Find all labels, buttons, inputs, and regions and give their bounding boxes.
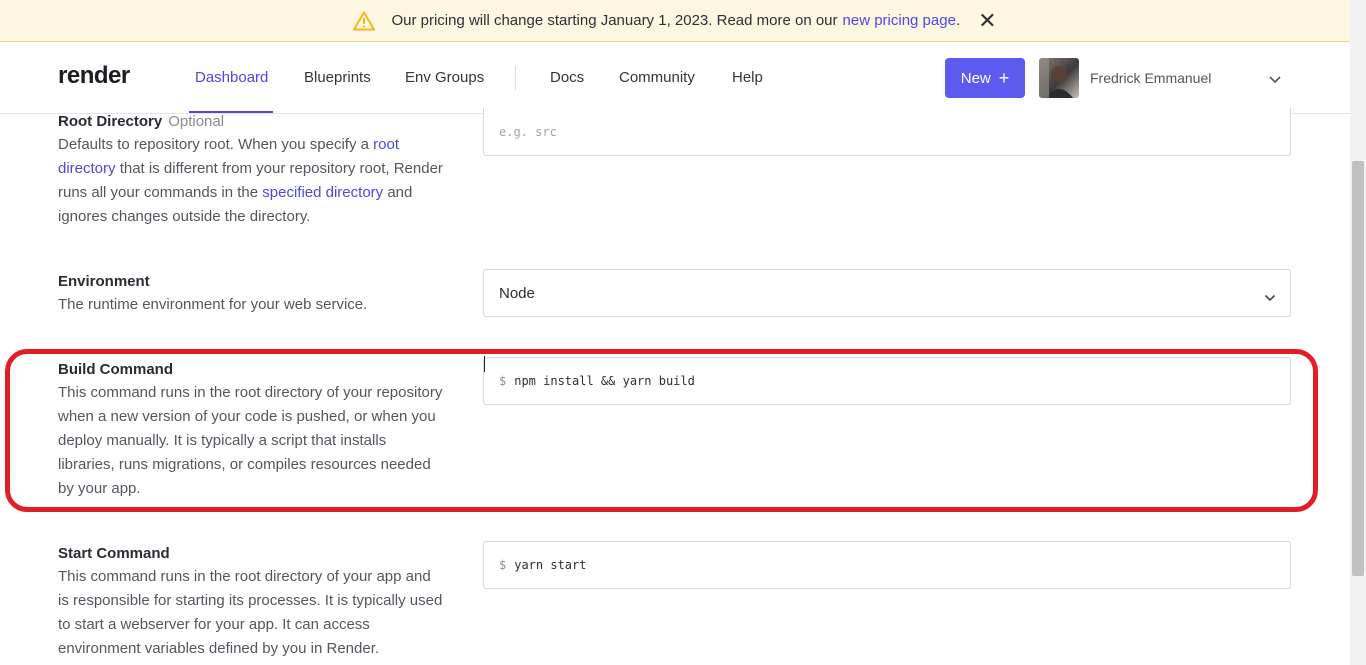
user-name[interactable]: Fredrick Emmanuel <box>1090 70 1211 86</box>
dollar-prefix: $ <box>499 558 507 572</box>
nav-env-groups[interactable]: Env Groups <box>405 69 484 86</box>
root-directory-description: Defaults to repository root. When you sp… <box>58 133 443 229</box>
environment-title: Environment <box>58 273 150 290</box>
nav-divider <box>515 66 516 90</box>
environment-value: Node <box>499 284 535 302</box>
root-directory-desc-1: Defaults to repository root. When you sp… <box>58 136 369 153</box>
root-directory-input[interactable]: e.g. src <box>483 108 1291 156</box>
dollar-prefix: $ <box>499 374 507 388</box>
optional-label: Optional <box>168 113 225 130</box>
warning-icon <box>353 11 376 31</box>
banner-suffix: . <box>955 12 961 29</box>
nav-blueprints[interactable]: Blueprints <box>304 69 371 86</box>
build-command-value: npm install && yarn build <box>514 374 695 388</box>
root-directory-label: Root Directory <box>58 113 163 130</box>
chevron-down-icon <box>1264 289 1276 302</box>
top-header: render Dashboard Blueprints Env Groups D… <box>0 42 1350 114</box>
new-pricing-link[interactable]: new pricing page <box>843 12 956 29</box>
new-button[interactable]: New + <box>945 58 1025 98</box>
start-command-value: yarn start <box>514 558 587 572</box>
environment-select[interactable]: Node <box>483 269 1291 317</box>
specified-directory-link[interactable]: specified directory <box>262 184 383 201</box>
nav-help[interactable]: Help <box>732 69 763 86</box>
root-directory-placeholder: e.g. src <box>499 124 557 139</box>
text-cursor <box>484 356 485 372</box>
chevron-down-icon[interactable] <box>1268 72 1282 84</box>
environment-description: The runtime environment for your web ser… <box>58 296 368 313</box>
nav-docs[interactable]: Docs <box>550 69 584 86</box>
start-command-input[interactable]: $ yarn start <box>483 541 1291 589</box>
render-logo[interactable]: render <box>58 62 130 90</box>
start-command-title: Start Command <box>58 545 170 562</box>
build-command-input[interactable]: $ npm install && yarn build <box>483 357 1291 405</box>
scrollbar-thumb[interactable] <box>1352 161 1364 576</box>
close-icon[interactable]: ✕ <box>978 9 996 32</box>
build-command-title: Build Command <box>58 361 173 378</box>
plus-icon: + <box>998 68 1010 88</box>
start-command-description: This command runs in the root directory … <box>58 568 443 657</box>
root-directory-title: Root Directory Optional <box>58 113 224 130</box>
nav-community[interactable]: Community <box>619 69 695 86</box>
new-button-label: New <box>960 69 991 87</box>
pricing-banner: Our pricing will change starting January… <box>0 0 1350 42</box>
avatar[interactable] <box>1039 58 1079 98</box>
root-directory-desc-2: that is different from your repository r… <box>58 160 443 201</box>
nav-dashboard[interactable]: Dashboard <box>195 69 268 86</box>
banner-message: Our pricing will change starting January… <box>391 12 838 29</box>
build-command-description: This command runs in the root directory … <box>58 384 443 497</box>
